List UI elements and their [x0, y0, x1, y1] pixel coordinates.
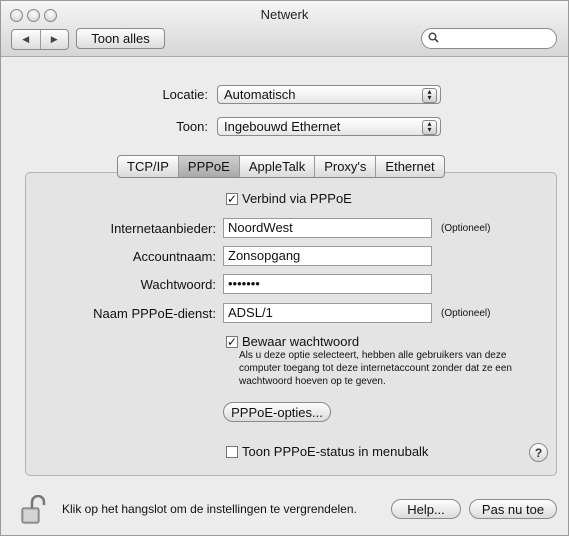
provider-field[interactable]: NoordWest: [223, 218, 432, 238]
help-button[interactable]: ?: [529, 443, 548, 462]
help-dialog-button[interactable]: Help...: [391, 499, 461, 519]
show-popup[interactable]: Ingebouwd Ethernet ▴ ▾: [217, 117, 441, 136]
service-field[interactable]: ADSL/1: [223, 303, 432, 323]
provider-optional-hint: (Optioneel): [441, 223, 491, 234]
tab-bar: TCP/IP PPPoE AppleTalk Proxy's Ethernet: [117, 155, 445, 178]
location-popup[interactable]: Automatisch ▴ ▾: [217, 85, 441, 104]
tab-tcpip[interactable]: TCP/IP: [118, 156, 178, 177]
tab-pppoe[interactable]: PPPoE: [177, 156, 239, 177]
popup-arrows-icon: ▴ ▾: [422, 88, 437, 103]
save-password-checkbox[interactable]: ✓: [226, 336, 238, 348]
show-label: Toon:: [176, 119, 208, 134]
provider-label: Internetaanbieder:: [110, 221, 216, 236]
back-forward-control: ◀ ▶: [11, 29, 69, 50]
search-icon: [428, 31, 439, 46]
search-field[interactable]: [421, 28, 557, 49]
window-title: Netwerk: [260, 7, 309, 22]
lock-icon[interactable]: [21, 494, 47, 525]
connect-via-pppoe-label: Verbind via PPPoE: [242, 191, 352, 206]
show-value: Ingebouwd Ethernet: [224, 119, 341, 134]
password-field[interactable]: •••••••: [223, 274, 432, 294]
tab-proxies[interactable]: Proxy's: [314, 156, 375, 177]
connect-via-pppoe-checkbox[interactable]: ✓: [226, 193, 238, 205]
show-all-button[interactable]: Toon alles: [76, 28, 165, 49]
show-pppoe-status-label: Toon PPPoE-status in menubalk: [242, 444, 429, 459]
popup-arrows-icon: ▴ ▾: [422, 120, 437, 135]
show-pppoe-status-checkbox[interactable]: [226, 446, 238, 458]
forward-arrow-icon[interactable]: ▶: [39, 30, 69, 49]
lock-instructions: Klik op het hangslot om de instellingen …: [62, 502, 357, 516]
tab-appletalk[interactable]: AppleTalk: [238, 156, 314, 177]
apply-now-button[interactable]: Pas nu toe: [469, 499, 557, 519]
location-value: Automatisch: [224, 87, 296, 102]
pppoe-options-button[interactable]: PPPoE-opties...: [223, 402, 331, 422]
title-bar: Netwerk ◀ ▶ Toon alles: [1, 1, 568, 57]
service-label: Naam PPPoE-dienst:: [93, 306, 216, 321]
network-preferences-window: Netwerk ◀ ▶ Toon alles Locatie: Automati…: [0, 0, 569, 536]
service-optional-hint: (Optioneel): [441, 308, 491, 319]
location-label: Locatie:: [162, 87, 208, 102]
save-password-label: Bewaar wachtwoord: [242, 334, 360, 349]
account-label: Accountnaam:: [132, 249, 216, 264]
tab-ethernet[interactable]: Ethernet: [375, 156, 443, 177]
save-password-description: Als u deze optie selecteert, hebben alle…: [239, 350, 512, 387]
password-label: Wachtwoord:: [140, 277, 216, 292]
back-arrow-icon[interactable]: ◀: [12, 30, 40, 49]
account-field[interactable]: Zonsopgang: [223, 246, 432, 266]
